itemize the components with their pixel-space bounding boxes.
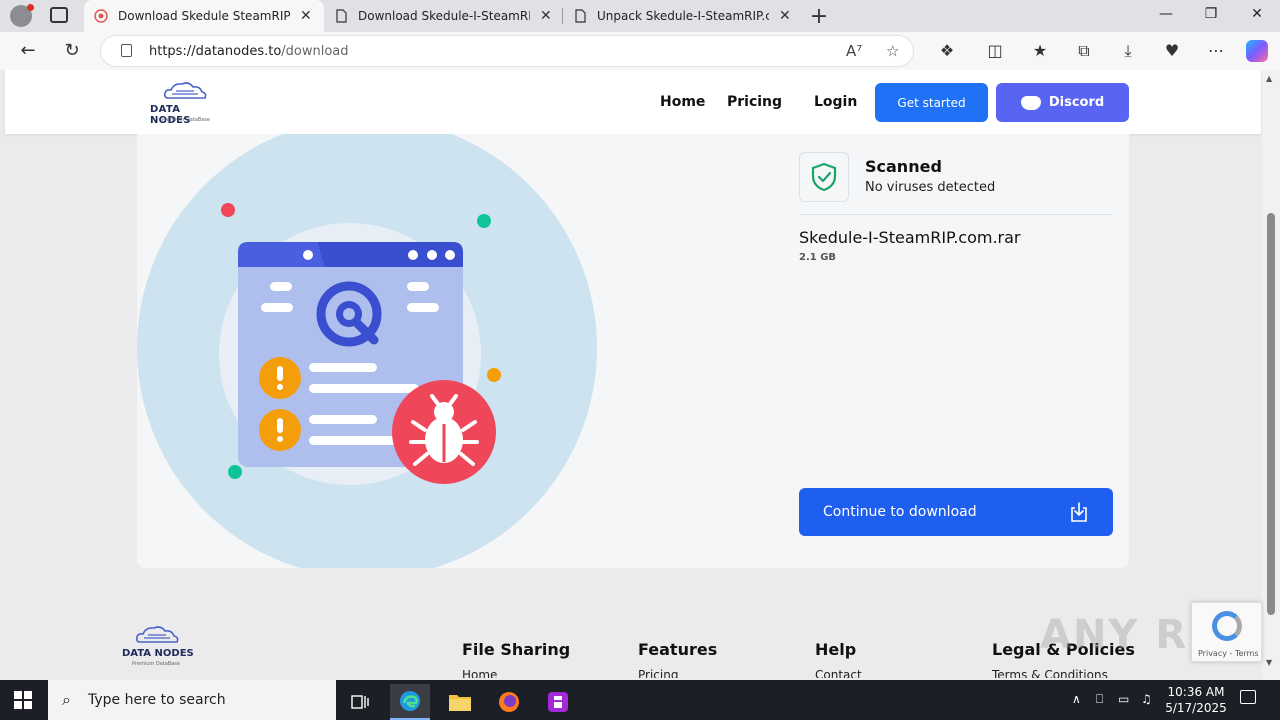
close-icon[interactable]: ✕ bbox=[779, 8, 791, 24]
datanodes-favicon-icon bbox=[94, 9, 108, 23]
more-menu-icon[interactable]: ⋯ bbox=[1206, 41, 1226, 60]
close-icon[interactable]: ✕ bbox=[540, 8, 552, 24]
browser-essentials-icon[interactable]: ♥ bbox=[1162, 41, 1182, 60]
notification-icon[interactable] bbox=[1240, 690, 1256, 704]
favorites-icon[interactable]: ★ bbox=[1030, 41, 1050, 60]
tray-display-icon[interactable]: ▭ bbox=[1118, 692, 1129, 706]
tab-title: Download Skedule-I-SteamRIP.com bbox=[358, 9, 530, 23]
tab-unpack-skedule[interactable]: Unpack Skedule-I-SteamRIP.com ✕ bbox=[563, 0, 803, 32]
footer-logo-tagline: Premium DataBase bbox=[132, 661, 180, 667]
refresh-icon[interactable]: ↻ bbox=[61, 40, 83, 61]
discord-button[interactable]: Discord bbox=[996, 83, 1129, 122]
scrollbar-thumb[interactable] bbox=[1267, 213, 1275, 615]
nav-pricing[interactable]: Pricing bbox=[727, 94, 782, 110]
scanned-badge bbox=[799, 152, 849, 202]
downloads-icon[interactable]: ⤓ bbox=[1118, 41, 1138, 61]
virus-scan-illustration bbox=[137, 134, 597, 568]
extensions-icon[interactable]: ❖ bbox=[937, 41, 957, 60]
windows-start-icon[interactable] bbox=[14, 691, 32, 709]
restore-button[interactable]: ❐ bbox=[1201, 6, 1221, 22]
tab-download-skedule[interactable]: Download Skedule SteamRIP.com ✕ bbox=[84, 0, 324, 32]
clock-time: 10:36 AM bbox=[1167, 685, 1225, 699]
discord-label: Discord bbox=[1048, 95, 1105, 110]
scroll-down-icon[interactable]: ▼ bbox=[1266, 658, 1272, 667]
footer-link[interactable]: Contact bbox=[815, 668, 862, 678]
edge-taskbar-icon[interactable] bbox=[390, 684, 430, 720]
scan-status-subtitle: No viruses detected bbox=[865, 180, 996, 195]
footer-link[interactable]: Home bbox=[462, 668, 497, 678]
nav-home[interactable]: Home bbox=[660, 94, 705, 110]
back-arrow-icon[interactable]: ← bbox=[17, 40, 39, 61]
tab-actions-icon[interactable] bbox=[50, 7, 68, 23]
page-viewport: DATA NODES Premium DataBase Home Pricing… bbox=[0, 70, 1262, 680]
page-icon bbox=[334, 9, 348, 23]
tray-network-icon[interactable]: ⎕ bbox=[1096, 692, 1103, 707]
windows-taskbar: ⌕ Type here to search ∧ ⎕ ▭ ♫ 10:36 AM 5… bbox=[0, 680, 1280, 720]
footer-link[interactable]: Pricing bbox=[638, 668, 678, 678]
footer-logo-brand: DATA NODES bbox=[122, 648, 194, 659]
taskbar-search-box[interactable]: ⌕ Type here to search bbox=[48, 680, 336, 720]
tray-chevron-icon[interactable]: ∧ bbox=[1072, 692, 1081, 706]
tab-title: Download Skedule SteamRIP.com bbox=[118, 9, 290, 23]
footer-logo[interactable]: DATA NODES Premium DataBase bbox=[118, 624, 198, 670]
url-bar[interactable]: https://datanodes.to/download A⁷ ☆ bbox=[100, 35, 914, 67]
cloud-logo-icon bbox=[136, 626, 179, 643]
minimize-button[interactable]: — bbox=[1156, 6, 1176, 22]
window-close-button[interactable]: ✕ bbox=[1247, 6, 1267, 22]
profile-icon[interactable] bbox=[10, 4, 34, 27]
discord-icon bbox=[1020, 95, 1041, 110]
footer-link[interactable]: Terms & Conditions bbox=[992, 668, 1108, 678]
read-aloud-icon[interactable]: A⁷ bbox=[846, 42, 862, 60]
firefox-icon[interactable] bbox=[489, 684, 529, 720]
get-started-button[interactable]: Get started bbox=[875, 83, 988, 122]
url-text[interactable]: https://datanodes.to/download bbox=[149, 44, 349, 59]
footer-features-title: Features bbox=[638, 640, 718, 659]
address-toolbar: ← ↻ https://datanodes.to/download A⁷ ☆ ❖… bbox=[0, 32, 1280, 70]
taskbar-search-placeholder: Type here to search bbox=[88, 692, 226, 708]
continue-download-label: Continue to download bbox=[823, 504, 977, 520]
logo-tagline: Premium DataBase bbox=[162, 117, 210, 123]
winrar-icon[interactable] bbox=[538, 684, 578, 720]
footer-file-sharing-title: File Sharing bbox=[462, 640, 571, 659]
taskbar-clock[interactable]: 10:36 AM 5/17/2025 bbox=[1162, 684, 1230, 716]
page-icon bbox=[573, 9, 587, 23]
file-name: Skedule-I-SteamRIP.com.rar bbox=[799, 228, 1021, 247]
recaptcha-icon bbox=[1212, 611, 1242, 641]
favorite-star-icon[interactable]: ☆ bbox=[886, 42, 899, 60]
download-card: Scanned No viruses detected Skedule-I-St… bbox=[137, 134, 1129, 568]
nav-login[interactable]: Login bbox=[814, 94, 857, 110]
new-tab-button[interactable]: + bbox=[808, 4, 830, 29]
lock-icon[interactable] bbox=[121, 44, 132, 57]
tab-download-skedule-2[interactable]: Download Skedule-I-SteamRIP.com ✕ bbox=[324, 0, 562, 32]
tray-volume-icon[interactable]: ♫ bbox=[1141, 692, 1152, 706]
clock-date: 5/17/2025 bbox=[1165, 701, 1227, 715]
recaptcha-text[interactable]: Privacy - Terms bbox=[1198, 649, 1259, 658]
scan-status-title: Scanned bbox=[865, 157, 942, 176]
copilot-icon[interactable] bbox=[1246, 40, 1268, 62]
divider bbox=[799, 214, 1113, 215]
file-size: 2.1 GB bbox=[799, 252, 837, 263]
file-explorer-icon[interactable] bbox=[440, 684, 480, 720]
shield-check-icon bbox=[811, 162, 837, 192]
recaptcha-badge[interactable]: Privacy - Terms bbox=[1191, 602, 1262, 662]
download-icon bbox=[1071, 502, 1087, 522]
close-icon[interactable]: ✕ bbox=[300, 8, 312, 24]
collections-icon[interactable]: ⧉ bbox=[1074, 41, 1094, 61]
footer-help-title: Help bbox=[815, 640, 857, 659]
scroll-up-icon[interactable]: ▲ bbox=[1266, 74, 1272, 83]
tab-title: Unpack Skedule-I-SteamRIP.com bbox=[597, 9, 769, 23]
split-screen-icon[interactable]: ◫ bbox=[985, 41, 1005, 60]
search-icon: ⌕ bbox=[62, 690, 71, 709]
task-view-icon[interactable] bbox=[340, 684, 380, 720]
cloud-logo-icon bbox=[164, 82, 207, 99]
page-scrollbar[interactable]: ▲ ▼ bbox=[1262, 70, 1280, 680]
browser-titlebar: Download Skedule SteamRIP.com ✕ Download… bbox=[0, 0, 1280, 32]
datanodes-logo[interactable]: DATA NODES Premium DataBase bbox=[150, 80, 224, 126]
continue-download-button[interactable]: Continue to download bbox=[799, 488, 1113, 536]
site-header: DATA NODES Premium DataBase Home Pricing… bbox=[5, 70, 1261, 134]
